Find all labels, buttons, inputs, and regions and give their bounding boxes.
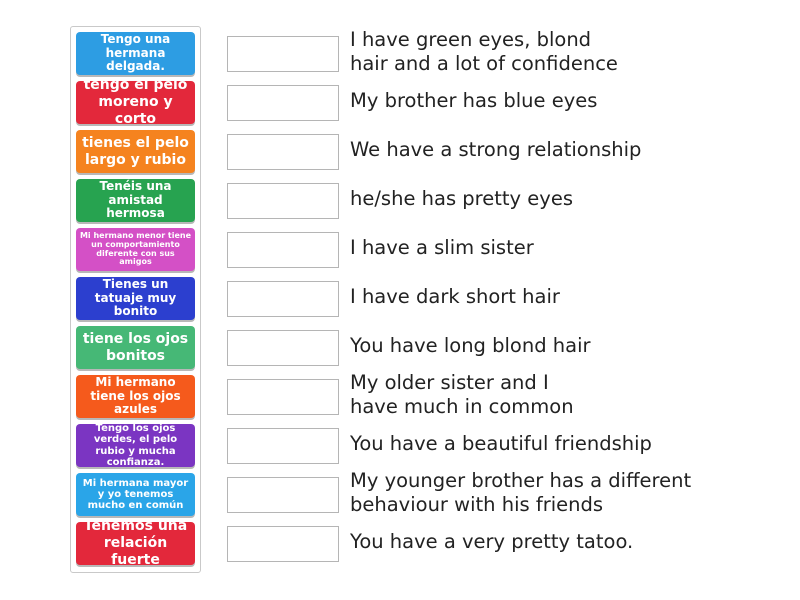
tile-label: Tengo una hermana delgada. — [100, 31, 171, 74]
tile-7[interactable]: tiene los ojos bonitos — [76, 326, 195, 369]
answer-slot-9[interactable] — [227, 428, 339, 464]
tile-6[interactable]: Tienes un tatuaje muy bonito — [76, 277, 195, 320]
answer-slot-7[interactable] — [227, 330, 339, 366]
answer-slot-3[interactable] — [227, 134, 339, 170]
tile-3[interactable]: tienes el pelo largo y rubio — [76, 130, 195, 173]
tile-label: Mi hermano menor tiene un comportamiento… — [79, 230, 192, 267]
tile-label: Tengo los ojos verdes, el pelo rubio y m… — [93, 423, 178, 468]
tile-4[interactable]: Tenéis una amistad hermosa — [76, 179, 195, 222]
sentence-3: We have a strong relationship — [350, 138, 642, 161]
sentence-8: My older sister and I have much in commo… — [350, 371, 574, 418]
tile-label: Mi hermana mayor y yo tenemos mucho en c… — [82, 477, 189, 512]
answer-slot-8[interactable] — [227, 379, 339, 415]
tile-9[interactable]: Tengo los ojos verdes, el pelo rubio y m… — [76, 423, 195, 468]
sentence-10: My younger brother has a different behav… — [350, 469, 692, 516]
tile-label: Tenemos una relación fuerte — [83, 518, 188, 568]
answer-slot-11[interactable] — [227, 526, 339, 562]
tile-label: tengo el pelo moreno y corto — [83, 77, 188, 127]
tile-8[interactable]: Mi hermano tiene los ojos azules — [76, 375, 195, 418]
answer-slot-1[interactable] — [227, 36, 339, 72]
answer-slot-4[interactable] — [227, 183, 339, 219]
tile-label: Tienes un tatuaje muy bonito — [94, 276, 177, 319]
sentence-6: I have dark short hair — [350, 285, 560, 308]
sentence-9: You have a beautiful friendship — [350, 432, 652, 455]
tile-label: tienes el pelo largo y rubio — [82, 134, 189, 168]
answer-slot-10[interactable] — [227, 477, 339, 513]
tile-label: Tenéis una amistad hermosa — [99, 178, 172, 221]
sentence-11: You have a very pretty tatoo. — [350, 530, 634, 553]
tile-1[interactable]: Tengo una hermana delgada. — [76, 32, 195, 75]
sentence-2: My brother has blue eyes — [350, 89, 598, 112]
tile-label: Mi hermano tiene los ojos azules — [90, 374, 181, 417]
sentence-5: I have a slim sister — [350, 236, 534, 259]
sentence-7: You have long blond hair — [350, 334, 591, 357]
sentence-4: he/she has pretty eyes — [350, 187, 573, 210]
tile-5[interactable]: Mi hermano menor tiene un comportamiento… — [76, 228, 195, 271]
tile-2[interactable]: tengo el pelo moreno y corto — [76, 77, 195, 127]
answer-slot-5[interactable] — [227, 232, 339, 268]
tile-11[interactable]: Tenemos una relación fuerte — [76, 518, 195, 568]
sentence-1: I have green eyes, blond hair and a lot … — [350, 28, 618, 75]
tile-label: tiene los ojos bonitos — [82, 330, 189, 364]
answer-slot-6[interactable] — [227, 281, 339, 317]
answer-slot-2[interactable] — [227, 85, 339, 121]
tile-10[interactable]: Mi hermana mayor y yo tenemos mucho en c… — [76, 473, 195, 516]
